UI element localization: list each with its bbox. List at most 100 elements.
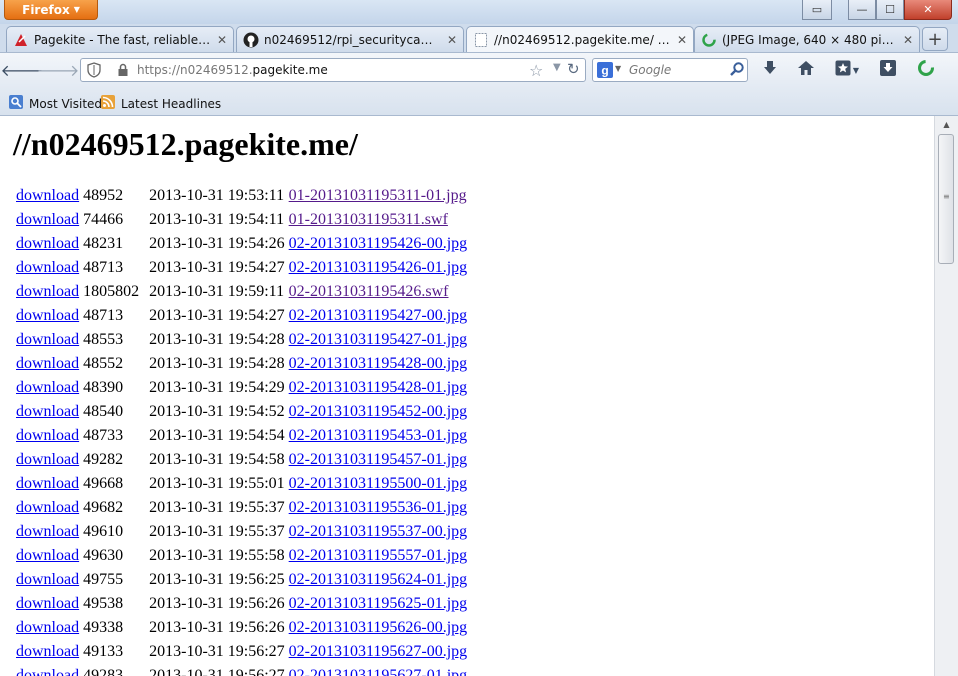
file-size: 49630 [83, 547, 124, 564]
download-link[interactable]: download [16, 235, 79, 252]
file-link[interactable]: 02-20131031195428-01.jpg [289, 379, 468, 396]
download-cell: download [14, 256, 81, 280]
search-bar[interactable]: g ▼ Google [592, 58, 748, 82]
download-link[interactable]: download [16, 643, 79, 660]
back-button[interactable]: 🡐 [1, 59, 44, 81]
downloads-panel-button[interactable] [876, 59, 900, 81]
vertical-scrollbar[interactable]: ▲ ≡ [934, 116, 958, 676]
file-link[interactable]: 02-20131031195427-00.jpg [289, 307, 468, 324]
minimize-button[interactable]: — [848, 0, 876, 20]
file-link[interactable]: 02-20131031195625-01.jpg [289, 595, 468, 612]
tab-pagekite[interactable]: Pagekite - The fast, reliable local... ✕ [6, 26, 234, 52]
bookmark-latest-headlines[interactable]: Latest Headlines [100, 94, 221, 113]
tab-github[interactable]: n02469512/rpi_securitycamera · G... ✕ [236, 26, 464, 52]
table-row: download 74466 2013-10-31 19:54:11 01-20131… [14, 208, 469, 232]
download-link[interactable]: download [16, 403, 79, 420]
download-cell: download [14, 640, 81, 664]
file-link[interactable]: 02-20131031195428-00.jpg [289, 355, 468, 372]
forward-button[interactable]: 🡒 [37, 59, 80, 81]
download-link[interactable]: download [16, 571, 79, 588]
download-link[interactable]: download [16, 451, 79, 468]
table-row: download 48952 2013-10-31 19:53:11 01-20131… [14, 184, 469, 208]
maximize-button[interactable]: ☐ [876, 0, 904, 20]
download-link[interactable]: download [16, 595, 79, 612]
scrollbar-thumb[interactable]: ≡ [938, 134, 954, 264]
file-link[interactable]: 02-20131031195457-01.jpg [289, 451, 468, 468]
file-size: 49338 [83, 619, 124, 636]
bookmark-most-visited[interactable]: Most Visited [8, 94, 102, 113]
file-timestamp: 2013-10-31 19:54:52 [149, 403, 285, 420]
file-name-cell: 02-20131031195537-00.jpg [287, 520, 470, 544]
url-bar[interactable]: https://n02469512.pagekite.me ☆ ▼ ↻ [80, 58, 586, 82]
file-name-cell: 02-20131031195626-00.jpg [287, 616, 470, 640]
file-link[interactable]: 02-20131031195452-00.jpg [289, 403, 468, 420]
download-link[interactable]: download [16, 427, 79, 444]
search-icon[interactable] [729, 61, 745, 80]
sync-button[interactable] [914, 59, 938, 81]
file-link[interactable]: 02-20131031195536-01.jpg [289, 499, 468, 516]
new-tab-button[interactable]: + [922, 27, 948, 51]
close-window-button[interactable]: ✕ [904, 0, 952, 20]
file-link[interactable]: 02-20131031195426.swf [289, 283, 449, 300]
file-link[interactable]: 02-20131031195426-00.jpg [289, 235, 468, 252]
download-link[interactable]: download [16, 187, 79, 204]
close-tab-icon[interactable]: ✕ [677, 33, 687, 47]
file-link[interactable]: 01-20131031195311.swf [289, 211, 448, 228]
download-link[interactable]: download [16, 259, 79, 276]
download-cell: download [14, 400, 81, 424]
file-timestamp: 2013-10-31 19:55:01 [149, 475, 285, 492]
file-size: 48553 [83, 331, 124, 348]
file-link[interactable]: 02-20131031195453-01.jpg [289, 427, 468, 444]
file-link[interactable]: 02-20131031195537-00.jpg [289, 523, 468, 540]
tab-jpeg-image[interactable]: (JPEG Image, 640 × 480 pixels) ✕ [694, 26, 920, 52]
file-link[interactable]: 02-20131031195627-01.jpg [289, 667, 468, 676]
file-link[interactable]: 02-20131031195426-01.jpg [289, 259, 468, 276]
download-link[interactable]: download [16, 211, 79, 228]
google-icon[interactable]: g [597, 62, 613, 81]
shield-icon[interactable] [87, 62, 101, 81]
file-name-cell: 01-20131031195311.swf [287, 208, 470, 232]
download-link[interactable]: download [16, 547, 79, 564]
file-timestamp: 2013-10-31 19:56:26 [149, 595, 285, 612]
file-link[interactable]: 02-20131031195557-01.jpg [289, 547, 468, 564]
firefox-menu-button[interactable]: Firefox ▼ [4, 0, 98, 20]
dropdown-arrow-icon[interactable]: ▼ [553, 62, 561, 73]
reload-icon[interactable]: ↻ [567, 60, 580, 78]
file-link[interactable]: 02-20131031195626-00.jpg [289, 619, 468, 636]
close-tab-icon[interactable]: ✕ [217, 33, 227, 47]
file-link[interactable]: 02-20131031195627-00.jpg [289, 643, 468, 660]
file-size: 48231 [83, 235, 124, 252]
engine-dropdown-icon[interactable]: ▼ [615, 64, 621, 73]
file-link[interactable]: 02-20131031195500-01.jpg [289, 475, 468, 492]
tab-directory-listing[interactable]: //n02469512.pagekite.me/ - page... ✕ [466, 26, 694, 52]
file-link[interactable]: 01-20131031195311-01.jpg [289, 187, 467, 204]
close-tab-icon[interactable]: ✕ [447, 33, 457, 47]
download-link[interactable]: download [16, 499, 79, 516]
download-link[interactable]: download [16, 667, 79, 676]
download-link[interactable]: download [16, 331, 79, 348]
file-name-cell: 02-20131031195625-01.jpg [287, 592, 470, 616]
file-link[interactable]: 02-20131031195427-01.jpg [289, 331, 468, 348]
download-link[interactable]: download [16, 283, 79, 300]
file-timestamp: 2013-10-31 19:55:37 [149, 523, 285, 540]
scroll-up-icon[interactable]: ▲ [935, 116, 958, 132]
downloads-button[interactable] [758, 59, 782, 81]
file-timestamp: 2013-10-31 19:56:27 [149, 643, 285, 660]
restore-tabs-icon[interactable]: ▭ [802, 0, 832, 20]
bookmarks-menu-button[interactable]: ▼ [832, 59, 862, 81]
download-link[interactable]: download [16, 355, 79, 372]
url-text[interactable]: https://n02469512.pagekite.me [137, 63, 328, 77]
file-link[interactable]: 02-20131031195624-01.jpg [289, 571, 468, 588]
download-link[interactable]: download [16, 379, 79, 396]
bookmark-star-icon[interactable]: ☆ [529, 61, 543, 80]
bookmarks-star-icon [835, 60, 851, 80]
download-link[interactable]: download [16, 475, 79, 492]
file-name-cell: 02-20131031195500-01.jpg [287, 472, 470, 496]
file-size: 1805802 [83, 283, 140, 300]
close-tab-icon[interactable]: ✕ [903, 33, 913, 47]
download-link[interactable]: download [16, 619, 79, 636]
download-link[interactable]: download [16, 307, 79, 324]
home-button[interactable] [794, 59, 818, 81]
download-link[interactable]: download [16, 523, 79, 540]
download-cell: download [14, 448, 81, 472]
